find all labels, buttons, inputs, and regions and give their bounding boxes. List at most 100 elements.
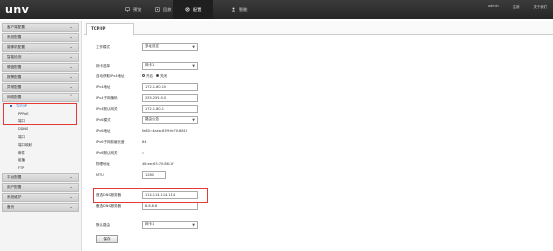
ipv6-value: fe80::4aea:63ff:fe70:881f <box>142 129 188 133</box>
sidebar-menu-camera[interactable]: 摄像机配置 ⌄ <box>2 42 79 53</box>
chevron-down-icon: ⌄ <box>69 205 73 210</box>
work-mode-label: 工作模式 <box>96 44 110 49</box>
nav-preview[interactable]: 预览 <box>125 0 141 19</box>
chevron-down-icon: ▼ <box>192 222 195 227</box>
user-links: admin 注销 关于我们 <box>488 4 547 9</box>
ipv6-gateway-label: IPv6默认网关 <box>96 150 118 155</box>
sidebar-item-ddns[interactable]: DDNS <box>0 126 81 134</box>
sidebar-menu-system[interactable]: 系统配置 ⌄ <box>2 32 79 43</box>
sidebar-menu-label: 摄像机配置 <box>7 45 25 50</box>
nav-config[interactable]: 配置 <box>173 0 214 19</box>
ipv6-gateway-row: IPv6默认网关 :: <box>96 149 144 157</box>
chevron-down-icon: ⌄ <box>69 54 73 60</box>
ipv6-prefix-value: 64 <box>142 140 147 144</box>
work-mode-row: 工作模式 多址设定 ▼ <box>96 43 198 51</box>
tab-bar: TCP/IP <box>84 21 553 35</box>
default-route-value: 网卡1 <box>145 222 155 227</box>
sidebar-item-multicast[interactable]: 组播 <box>0 157 81 165</box>
sidebar-menu-user[interactable]: 用户配置 ⌄ <box>2 183 79 193</box>
default-route-select[interactable]: 网卡1 ▼ <box>142 221 198 229</box>
work-mode-select[interactable]: 多址设定 ▼ <box>142 43 198 51</box>
user-name: admin <box>488 4 499 8</box>
dhcp-radio-off[interactable]: 关闭 <box>156 74 167 79</box>
sidebar-menu-disk[interactable]: 硬盘配置 ⌄ <box>2 62 79 73</box>
work-mode-value: 多址设定 <box>145 44 159 49</box>
ipv6-row: IPv6地址 fe80::4aea:63ff:fe70:881f <box>96 127 187 135</box>
chevron-up-icon: ⌃ <box>69 94 73 100</box>
sidebar-menu-exception[interactable]: 异常配置 ⌄ <box>2 82 79 93</box>
logo: unv <box>5 3 30 16</box>
dhcp-off-label: 关闭 <box>160 73 167 78</box>
mac-label: 物理地址 <box>96 161 110 166</box>
save-button[interactable]: 保存 <box>96 235 118 243</box>
nic-value: 网卡1 <box>145 63 155 68</box>
chevron-down-icon: ⌄ <box>69 84 73 90</box>
radio-icon <box>142 74 145 77</box>
sidebar-menu-label: 硬盘配置 <box>7 65 22 70</box>
sidebar-menu-backup[interactable]: 备份 ⌄ <box>2 203 79 213</box>
sidebar-menu-label: 网络配置 <box>7 94 22 99</box>
nav-playback[interactable]: 回放 <box>155 0 171 19</box>
ipv6-gateway-value: :: <box>142 151 145 155</box>
gateway-row: IPv4默认网关 172.1.80.1 <box>96 105 198 113</box>
tab-tcpip[interactable]: TCP/IP <box>86 23 134 35</box>
chevron-down-icon: ▼ <box>192 117 195 122</box>
chevron-down-icon: ⌄ <box>69 185 73 191</box>
nic-label: 网卡选择 <box>96 63 110 68</box>
sidebar-item-label: 邮件 <box>18 150 25 155</box>
sidebar-item-ftp[interactable]: FTP <box>0 165 81 173</box>
mask-input[interactable]: 255.255.0.0 <box>142 94 198 102</box>
mtu-row: MTU 1280 <box>96 171 166 179</box>
sidebar-menu-label: 报警配置 <box>7 75 22 80</box>
sidebar-menu-label: 异常配置 <box>7 85 22 89</box>
ipv6-prefix-row: IPv6子网前缀长度 64 <box>96 138 146 146</box>
mtu-label: MTU <box>96 173 104 177</box>
dhcp-radio-on[interactable]: 开启 <box>142 74 153 79</box>
person-icon <box>231 7 236 12</box>
ipv4-row: IPv4地址 172.1.80.10 <box>96 83 198 91</box>
dns2-input[interactable]: 8.8.8.8 <box>142 202 198 210</box>
sidebar-menu-label: 系统配置 <box>7 35 22 40</box>
default-route-row: 默认路由 网卡1 ▼ <box>96 221 198 229</box>
logout-link[interactable]: 注销 <box>513 4 520 9</box>
gear-icon <box>185 7 190 12</box>
sidebar-menu-label: 平台配置 <box>7 175 22 180</box>
mask-label: IPv4子网掩码 <box>96 95 118 100</box>
nav-smart[interactable]: 智能 <box>231 0 247 19</box>
chevron-down-icon: ⌄ <box>69 175 73 181</box>
top-bar: unv 预览 回放 配置 智能 admin 注销 关于我们 <box>0 0 553 19</box>
dns2-row: 备选DNS服务器 8.8.8.8 <box>96 202 198 210</box>
nav-playback-label: 回放 <box>163 6 172 12</box>
gateway-input[interactable]: 172.1.80.1 <box>142 105 198 113</box>
sidebar-menu-network[interactable]: 网络配置 ⌃ <box>2 92 79 103</box>
main-content: TCP/IP 工作模式 多址设定 ▼ 网卡选择 网卡1 ▼ 自动获取IPv4地址 开… <box>84 21 553 251</box>
sidebar-item-port2[interactable]: 端口 <box>0 134 81 142</box>
chevron-down-icon: ⌄ <box>69 74 73 80</box>
ipv6-prefix-label: IPv6子网前缀长度 <box>96 139 125 144</box>
sidebar-item-label: 端口映射 <box>18 142 32 147</box>
chevron-down-icon: ▼ <box>192 63 195 68</box>
sidebar-menu-label: 备份 <box>7 205 15 210</box>
nic-select[interactable]: 网卡1 ▼ <box>142 62 198 70</box>
chevron-down-icon: ⌄ <box>69 34 73 40</box>
dhcp-row: 自动获取IPv4地址 开启 关闭 <box>96 72 167 80</box>
ipv6-mode-select[interactable]: 路由公告 ▼ <box>142 116 198 124</box>
ipv4-label: IPv4地址 <box>96 84 111 89</box>
chevron-down-icon: ⌄ <box>69 195 73 201</box>
nav-smart-label: 智能 <box>239 6 248 12</box>
sidebar-menu-alarm[interactable]: 报警配置 ⌄ <box>2 72 79 83</box>
sidebar-item-email[interactable]: 邮件 <box>0 150 81 158</box>
sidebar-menu-maintenance[interactable]: 系统维护 ⌄ <box>2 193 79 203</box>
sidebar-menu-smart[interactable]: 智能检测 ⌄ <box>2 52 79 63</box>
sidebar-item-port-mapping[interactable]: 端口映射 <box>0 142 81 150</box>
sidebar-menu-label: 系统维护 <box>7 195 22 200</box>
sidebar-menu-platform[interactable]: 平台配置 ⌄ <box>2 173 79 183</box>
ipv4-input[interactable]: 172.1.80.10 <box>142 83 198 91</box>
mtu-input[interactable]: 1280 <box>142 171 166 179</box>
chevron-down-icon: ⌄ <box>69 64 73 70</box>
sidebar-menu-client[interactable]: 客户端配置 ⌄ <box>2 23 79 33</box>
about-link[interactable]: 关于我们 <box>533 4 547 9</box>
sidebar-menu-label: 用户配置 <box>7 185 22 190</box>
sidebar-item-label: FTP <box>18 166 25 171</box>
chevron-down-icon: ▼ <box>192 44 195 49</box>
